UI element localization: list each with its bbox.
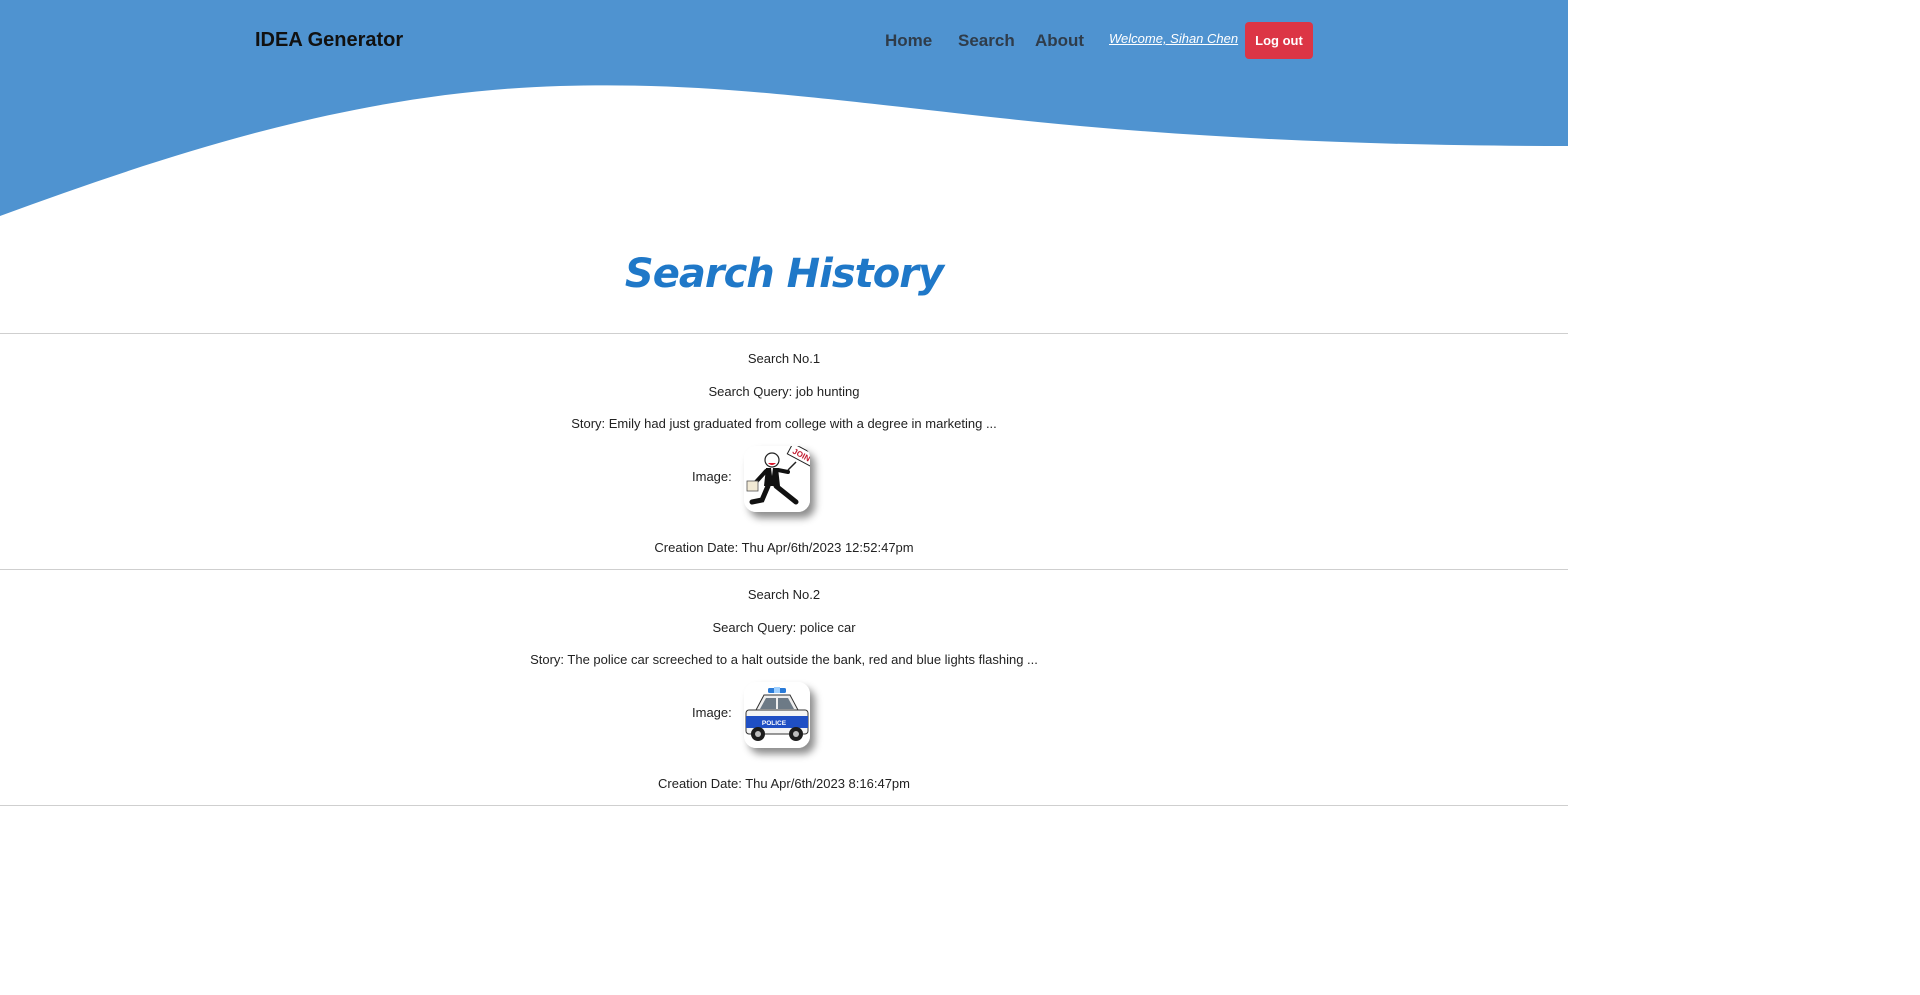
search-history-item: Search No.1 Search Query: job hunting St…: [0, 334, 1568, 570]
search-story: Story: Emily had just graduated from col…: [571, 416, 997, 431]
search-query: Search Query: job hunting: [708, 384, 860, 399]
search-thumbnail[interactable]: POLICE: [744, 682, 810, 748]
search-history-item: Search No.2 Search Query: police car Sto…: [0, 570, 1568, 806]
welcome-user-link[interactable]: Welcome, Sihan Chen: [1109, 31, 1238, 46]
search-query: Search Query: police car: [712, 620, 856, 635]
job-hunter-icon: JOIN: [744, 446, 810, 512]
image-label: Image:: [692, 469, 732, 484]
nav-about-link[interactable]: About: [1035, 31, 1084, 51]
image-label: Image:: [692, 705, 732, 720]
search-thumbnail[interactable]: JOIN: [744, 446, 810, 512]
divider: [0, 805, 1568, 806]
police-text: POLICE: [762, 720, 787, 727]
creation-date: Creation Date: Thu Apr/6th/2023 12:52:47…: [654, 540, 914, 555]
search-story: Story: The police car screeched to a hal…: [530, 652, 1038, 667]
nav-search-link[interactable]: Search: [958, 31, 1015, 51]
navbar: IDEA Generator Home Search About Welcome…: [0, 0, 1568, 84]
search-image-row: Image: JOIN: [0, 446, 1568, 512]
page: IDEA Generator Home Search About Welcome…: [0, 0, 1568, 815]
logout-button[interactable]: Log out: [1245, 22, 1313, 59]
nav-home-link[interactable]: Home: [885, 31, 932, 51]
search-number: Search No.1: [747, 351, 821, 366]
police-car-icon: POLICE: [744, 682, 810, 748]
search-image-row: Image: POLICE: [0, 682, 1568, 748]
brand-logo[interactable]: IDEA Generator: [255, 29, 403, 52]
search-number: Search No.2: [747, 587, 821, 602]
creation-date: Creation Date: Thu Apr/6th/2023 8:16:47p…: [658, 776, 910, 791]
page-title: Search History: [624, 251, 944, 297]
